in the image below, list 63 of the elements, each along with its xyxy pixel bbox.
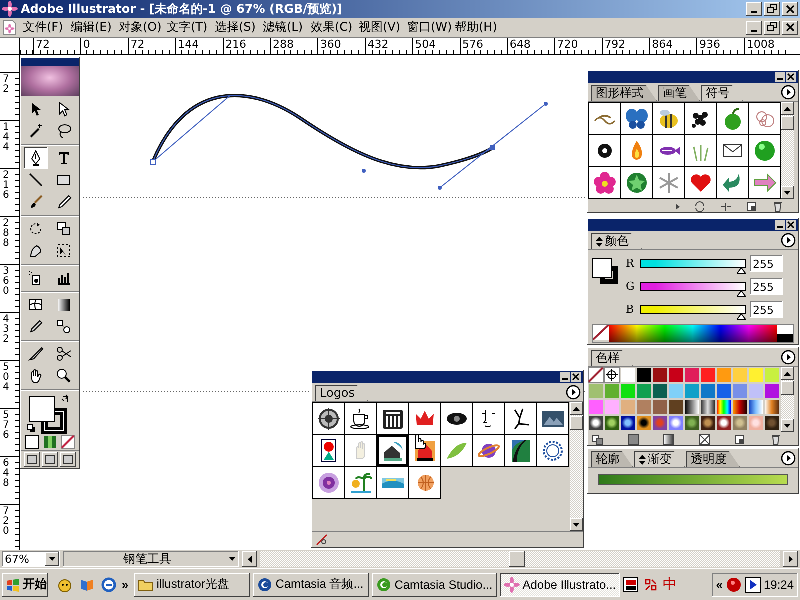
ruler-label: 576 bbox=[3, 409, 10, 441]
ruler-label: 288 bbox=[3, 217, 10, 249]
ruler-label: 720 bbox=[557, 38, 578, 51]
palette-tab[interactable]: 轮廓 bbox=[591, 451, 633, 467]
menu-item[interactable]: 帮助(H) bbox=[452, 19, 496, 36]
menu-item[interactable]: 文件(F) bbox=[20, 19, 64, 36]
value-field[interactable]: 255 bbox=[750, 255, 783, 272]
ruler-label: 576 bbox=[462, 38, 484, 51]
clock: 19:24 bbox=[764, 578, 794, 592]
ruler-label: 432 bbox=[368, 38, 389, 51]
ruler-label: 504 bbox=[415, 38, 436, 51]
ruler-label: 792 bbox=[604, 38, 626, 51]
zoom-field[interactable]: 67% bbox=[2, 551, 60, 567]
menu-item[interactable]: 滤镜(L) bbox=[260, 19, 304, 36]
ruler-label: 432 bbox=[3, 313, 10, 345]
ruler-label: 720 bbox=[3, 505, 10, 537]
ruler-label: 864 bbox=[652, 38, 674, 51]
ruler-label: 144 bbox=[178, 38, 200, 51]
value-field[interactable]: 255 bbox=[750, 278, 783, 295]
channel-label: B bbox=[626, 303, 636, 316]
ruler-label: 72 bbox=[36, 38, 50, 51]
status-dropdown[interactable]: 钢笔工具 bbox=[63, 551, 239, 567]
palette-tab[interactable]: 色样 bbox=[591, 350, 633, 366]
ruler-label: 72 bbox=[3, 73, 10, 95]
taskbar-button[interactable]: illustrator光盘 bbox=[134, 572, 250, 596]
ruler-label: 216 bbox=[226, 38, 247, 51]
window-title: Adobe Illustrator - [未命名的-1 @ 67% (RGB/预览)] bbox=[21, 0, 344, 18]
ruler-label: 360 bbox=[320, 38, 342, 51]
taskbar-button[interactable]: Camtasia 音频... bbox=[252, 572, 369, 596]
palette-tab[interactable]: 符号 bbox=[701, 85, 743, 101]
channel-label: R bbox=[626, 257, 636, 270]
menu-item[interactable]: 选择(S) bbox=[212, 19, 256, 36]
menu-item[interactable]: 视图(V) bbox=[356, 19, 400, 36]
taskbar-button[interactable]: Adobe Illustrato... bbox=[500, 572, 620, 596]
show-hidden-icons-button[interactable]: « bbox=[716, 578, 723, 592]
ruler-label: 1008 bbox=[746, 38, 775, 51]
ruler-label: 648 bbox=[3, 457, 10, 489]
ruler-label: 360 bbox=[3, 265, 10, 297]
start-button[interactable]: 开始 bbox=[2, 572, 48, 596]
more-quick-launch-button[interactable]: » bbox=[120, 578, 131, 592]
ruler-label: 504 bbox=[3, 361, 10, 393]
menu-item[interactable]: 文字(T) bbox=[164, 19, 208, 36]
input-language-indicator[interactable]: 中 bbox=[663, 576, 678, 594]
taskbar-button[interactable]: Camtasia Studio... bbox=[372, 572, 497, 596]
ruler-label: 648 bbox=[510, 38, 531, 51]
ruler-label: 936 bbox=[699, 38, 720, 51]
zoom-value: 67% bbox=[5, 552, 30, 566]
palette-tab[interactable]: 图形样式 bbox=[591, 85, 657, 101]
menu-item[interactable]: 编辑(E) bbox=[68, 19, 112, 36]
ruler-label: 288 bbox=[272, 38, 294, 51]
ruler-label: 0 bbox=[83, 38, 90, 51]
palette-tab[interactable]: 渐变 bbox=[634, 451, 685, 467]
ruler-label: 144 bbox=[3, 121, 10, 153]
channel-label: G bbox=[626, 280, 636, 293]
palette-tab[interactable]: 透明度 bbox=[686, 451, 740, 467]
ruler-label: 216 bbox=[3, 169, 10, 201]
palette-tab[interactable]: Logos bbox=[315, 385, 368, 401]
palette-tab[interactable]: 画笔 bbox=[658, 85, 700, 101]
ruler-label: 72 bbox=[130, 38, 145, 51]
menu-item[interactable]: 对象(O) bbox=[116, 19, 160, 36]
palette-tab[interactable]: 颜色 bbox=[591, 233, 642, 249]
menu-item[interactable]: 效果(C) bbox=[308, 19, 352, 36]
value-field[interactable]: 255 bbox=[750, 301, 783, 318]
